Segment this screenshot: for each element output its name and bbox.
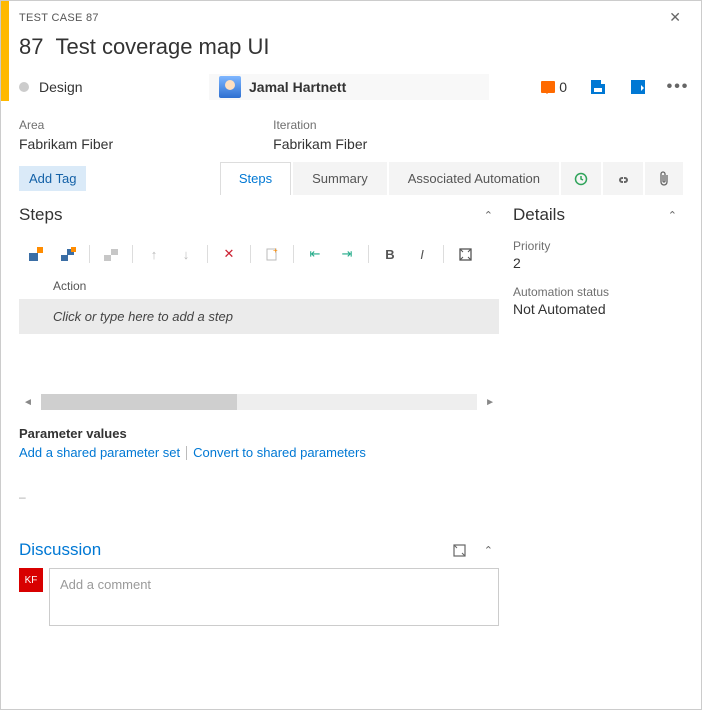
current-user-avatar: KF [19,568,43,592]
accent-bar [1,1,9,101]
bold-button[interactable]: B [377,241,403,267]
priority-label: Priority [513,239,683,253]
automation-status-label: Automation status [513,285,683,299]
separator [186,446,187,460]
indent-button[interactable]: ⇥ [334,241,360,267]
italic-icon: I [420,247,424,262]
fullscreen-button[interactable] [452,241,478,267]
tab-attachments[interactable] [645,162,683,195]
scroll-left-icon[interactable]: ◄ [19,397,37,408]
title-row: 87 Test coverage map UI [1,32,701,66]
steps-collapse-button[interactable]: ⌃ [478,207,499,224]
insert-step-button[interactable] [23,241,49,267]
state-value: Design [39,79,83,95]
assignee-name: Jamal Hartnett [249,79,346,95]
steps-section-title: Steps [19,205,62,225]
save-close-icon [631,80,645,94]
insert-shared-icon [61,247,76,262]
create-shared-steps-button[interactable] [98,241,124,267]
ellipsis-icon: ••• [667,78,690,96]
steps-column-action: Action [19,273,499,299]
details-collapse-button[interactable]: ⌃ [662,207,683,224]
priority-value[interactable]: 2 [513,255,683,271]
indent-icon: ⇥ [342,246,353,262]
move-up-button[interactable]: ↑ [141,241,167,267]
tab-history[interactable] [561,162,601,195]
scroll-right-icon[interactable]: ► [481,397,499,408]
parameter-values-title: Parameter values [19,426,499,441]
add-attachment-button[interactable]: + [259,241,285,267]
scroll-thumb[interactable] [41,394,237,410]
comment-input[interactable]: Add a comment [49,568,499,626]
fullscreen-icon [459,248,472,261]
save-and-close-button[interactable] [629,78,647,96]
discussion-title: Discussion [19,540,101,560]
move-down-button[interactable]: ↓ [173,241,199,267]
discussion-fullscreen-button[interactable] [453,544,466,557]
tab-associated-automation[interactable]: Associated Automation [389,162,559,195]
automation-status-value[interactable]: Not Automated [513,301,683,317]
assignee-field[interactable]: Jamal Hartnett [209,74,489,100]
work-item-type-label: TEST CASE 87 [19,12,99,24]
tab-bar: Steps Summary Associated Automation [218,162,683,195]
delete-step-button[interactable]: ✕ [216,241,242,267]
state-dot-icon [19,82,29,92]
bold-icon: B [385,247,394,262]
discussion-collapse-button[interactable]: ⌃ [478,542,499,559]
area-field[interactable]: Area Fabrikam Fiber [19,118,113,152]
more-actions-button[interactable]: ••• [669,78,687,96]
horizontal-scrollbar[interactable]: ◄ ► [19,394,499,410]
add-shared-parameter-link[interactable]: Add a shared parameter set [19,445,180,460]
tab-links[interactable] [603,162,643,195]
delete-icon: ✕ [224,246,235,262]
save-icon [591,80,605,94]
work-item-id: 87 [19,34,43,60]
insert-step-icon [29,247,44,262]
comment-count: 0 [559,79,567,95]
iteration-field[interactable]: Iteration Fabrikam Fiber [273,118,367,152]
tab-steps[interactable]: Steps [220,162,291,195]
insert-shared-step-button[interactable] [55,241,81,267]
comment-icon [541,81,555,93]
attachment-icon [658,171,670,187]
link-icon [616,172,630,186]
outdent-button[interactable]: ⇤ [302,241,328,267]
iteration-value: Fabrikam Fiber [273,136,367,152]
work-item-title[interactable]: Test coverage map UI [55,34,269,60]
scroll-track[interactable] [41,394,477,410]
area-value: Fabrikam Fiber [19,136,113,152]
collapsed-indicator: – [19,490,499,504]
steps-placeholder-row[interactable]: Click or type here to add a step [19,299,499,334]
italic-button[interactable]: I [409,241,435,267]
add-tag-button[interactable]: Add Tag [19,166,86,191]
state-field[interactable]: Design [19,79,199,95]
arrow-down-icon: ↓ [183,247,190,262]
area-label: Area [19,118,113,132]
convert-shared-parameter-link[interactable]: Convert to shared parameters [193,445,366,460]
outdent-icon: ⇤ [310,246,321,262]
save-button[interactable] [589,78,607,96]
tab-summary[interactable]: Summary [293,162,387,195]
avatar-icon [219,76,241,98]
shared-steps-icon [104,247,119,262]
iteration-label: Iteration [273,118,367,132]
arrow-up-icon: ↑ [151,247,158,262]
history-icon [574,172,588,186]
details-section-title: Details [513,205,565,225]
svg-text:+: + [273,247,278,255]
close-icon[interactable]: ✕ [663,7,687,28]
comments-indicator[interactable]: 0 [541,79,567,95]
add-attach-icon: + [265,247,279,261]
